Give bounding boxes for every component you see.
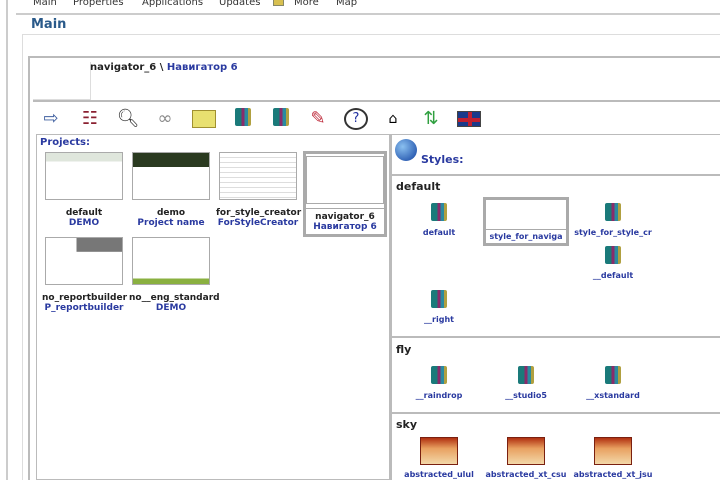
style-thumbnail bbox=[486, 200, 566, 230]
nav-main[interactable]: Main bbox=[33, 0, 57, 8]
project-name: default bbox=[65, 208, 103, 218]
divider bbox=[392, 174, 720, 176]
project-name: no_reportbuilder bbox=[42, 293, 128, 303]
style-group-sky: sky bbox=[396, 418, 418, 431]
style-item[interactable]: __xstandard bbox=[568, 366, 658, 400]
style-label: __default bbox=[592, 271, 634, 280]
header-title: navigator_6 \ Навигатор 6 bbox=[90, 62, 238, 73]
project-name: for_style_creator bbox=[216, 208, 302, 218]
nav-more[interactable]: More bbox=[294, 0, 319, 8]
search-icon[interactable]: 🔍︎ bbox=[116, 108, 140, 130]
style-thumbnail bbox=[594, 437, 632, 465]
nav-updates[interactable]: Updates bbox=[219, 0, 260, 8]
home-icon[interactable]: ⌂ bbox=[381, 108, 405, 130]
project-card[interactable]: demo Project name bbox=[129, 152, 213, 228]
style-item[interactable]: __default bbox=[568, 246, 658, 280]
project-thumbnail bbox=[45, 237, 123, 285]
divider bbox=[16, 13, 720, 15]
help-icon[interactable]: ? bbox=[344, 108, 368, 130]
book-icon bbox=[605, 203, 621, 221]
book-icon bbox=[518, 366, 534, 384]
project-thumbnail bbox=[219, 152, 297, 200]
style-item[interactable]: abstracted_ulul bbox=[394, 437, 484, 479]
book-icon bbox=[605, 246, 621, 264]
separator: \ bbox=[159, 62, 164, 73]
left-border bbox=[6, 0, 8, 480]
project-thumbnail bbox=[306, 156, 384, 204]
project-title: P_reportbuilder bbox=[44, 303, 124, 313]
project-title: Навигатор 6 bbox=[313, 222, 377, 232]
uk-flag-icon[interactable] bbox=[457, 111, 481, 127]
nav-applications[interactable]: Applications bbox=[142, 0, 203, 8]
style-item[interactable]: abstracted_xt_jsu bbox=[568, 437, 658, 479]
style-item[interactable]: __right bbox=[394, 290, 484, 324]
arrow-right-icon[interactable]: ⇨ bbox=[39, 108, 63, 130]
project-thumbnail bbox=[132, 237, 210, 285]
folder-icon bbox=[273, 0, 284, 6]
divider bbox=[392, 336, 720, 338]
nav-properties[interactable]: Properties bbox=[73, 0, 124, 8]
book-icon bbox=[605, 366, 621, 384]
style-item[interactable]: abstracted_xt_csu bbox=[481, 437, 571, 479]
project-thumbnail bbox=[132, 152, 210, 200]
style-item[interactable]: default bbox=[394, 203, 484, 237]
projects-label: Projects: bbox=[40, 137, 90, 148]
style-thumbnail bbox=[507, 437, 545, 465]
project-title: DEMO bbox=[68, 218, 100, 228]
style-label: style_for_style_cr bbox=[574, 228, 652, 237]
style-label: abstracted_ulul bbox=[404, 470, 474, 479]
folder-icon[interactable] bbox=[192, 110, 216, 128]
project-name: no__eng_standard bbox=[129, 293, 220, 303]
project-card[interactable]: no__eng_standard DEMO bbox=[129, 237, 220, 313]
style-item[interactable]: style_for_style_cr bbox=[568, 203, 658, 237]
style-label: abstracted_xt_jsu bbox=[573, 470, 653, 479]
divider bbox=[392, 412, 720, 414]
project-card[interactable]: for_style_creator ForStyleCreator bbox=[216, 152, 302, 228]
books-delete-icon[interactable] bbox=[269, 108, 293, 130]
project-id: navigator_6 bbox=[90, 62, 157, 73]
project-name: demo bbox=[156, 208, 186, 218]
divider bbox=[33, 100, 720, 102]
style-group-default: default bbox=[396, 180, 441, 193]
project-card[interactable]: no_reportbuilder P_reportbuilder bbox=[42, 237, 128, 313]
style-label: __studio5 bbox=[505, 391, 547, 400]
style-label: abstracted_xt_csu bbox=[485, 470, 567, 479]
connect-icon[interactable]: ✎ bbox=[306, 108, 330, 130]
project-title: Project name bbox=[137, 218, 205, 228]
globe-icon bbox=[395, 139, 417, 161]
book-icon bbox=[431, 290, 447, 308]
style-item[interactable]: __studio5 bbox=[481, 366, 571, 400]
project-card-selected[interactable]: navigator_6 Навигатор 6 bbox=[303, 151, 387, 237]
project-title: DEMO bbox=[155, 303, 187, 313]
project-thumbnail bbox=[33, 62, 91, 100]
page-title: Main bbox=[31, 17, 67, 32]
style-label: default bbox=[422, 228, 456, 237]
project-thumbnail bbox=[45, 152, 123, 200]
book-icon bbox=[431, 366, 447, 384]
project-name: Навигатор 6 bbox=[166, 62, 238, 73]
sitemap-icon[interactable]: ☷ bbox=[78, 108, 102, 130]
style-item[interactable]: __raindrop bbox=[394, 366, 484, 400]
refresh-icon[interactable]: ⇅ bbox=[419, 108, 443, 130]
link-icon[interactable]: ∞ bbox=[153, 108, 177, 130]
project-title: ForStyleCreator bbox=[217, 218, 299, 228]
style-item-selected[interactable]: style_for_naviga bbox=[483, 197, 569, 246]
style-group-fly: fly bbox=[396, 343, 412, 356]
books-icon[interactable] bbox=[231, 108, 255, 130]
project-name: navigator_6 bbox=[306, 208, 384, 222]
project-card[interactable]: default DEMO bbox=[42, 152, 126, 228]
style-thumbnail bbox=[420, 437, 458, 465]
styles-label: Styles: bbox=[421, 153, 464, 166]
style-label: __xstandard bbox=[586, 391, 640, 400]
style-label: style_for_naviga bbox=[489, 232, 563, 241]
book-icon bbox=[431, 203, 447, 221]
style-label: __right bbox=[424, 315, 454, 324]
nav-map[interactable]: Map bbox=[336, 0, 357, 8]
style-label: __raindrop bbox=[415, 391, 463, 400]
